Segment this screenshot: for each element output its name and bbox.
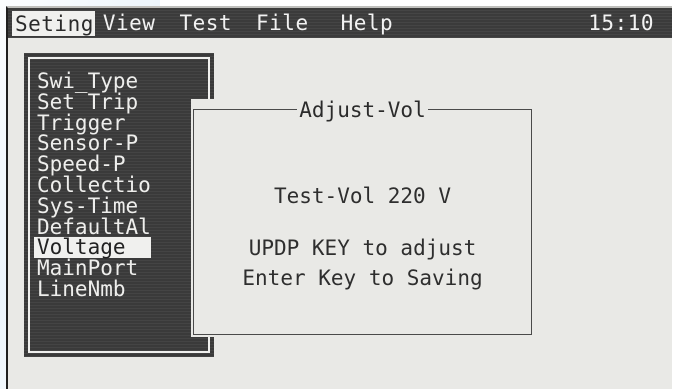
menu-test[interactable]: Test: [179, 11, 232, 35]
dialog-frame: [193, 109, 532, 335]
lcd-screen: Seting View Test File Help 15:10 Swi_Typ…: [6, 6, 672, 389]
menu-item-defaultal[interactable]: DefaultAl: [34, 216, 151, 238]
menu-item-mainport[interactable]: MainPort: [34, 258, 151, 279]
dialog-title: Adjust-Vol: [297, 98, 428, 122]
menu-item-speed-p[interactable]: Speed-P: [34, 154, 151, 175]
menu-file[interactable]: File: [256, 11, 309, 35]
menu-item-set-trip[interactable]: Set Trip: [34, 91, 151, 113]
menu-item-trigger[interactable]: Trigger: [34, 112, 151, 134]
seting-menu-list: Swi_Type Set Trip Trigger Sensor-P Speed…: [34, 71, 151, 300]
seting-dropdown-menu: Swi_Type Set Trip Trigger Sensor-P Speed…: [24, 53, 214, 357]
menu-item-voltage[interactable]: Voltage: [34, 237, 151, 259]
adjust-hint: UPDP KEY to adjust: [248, 236, 477, 260]
save-hint: Enter Key to Saving: [242, 266, 483, 290]
clock-display: 15:10: [588, 11, 654, 35]
menu-item-swi-type[interactable]: Swi_Type: [34, 71, 151, 92]
menu-view[interactable]: View: [103, 11, 156, 35]
menu-item-sensor-p[interactable]: Sensor-P: [34, 133, 151, 154]
adjust-vol-dialog: Adjust-Vol Test-Vol 220 V UPDP KEY to ad…: [191, 98, 534, 337]
menu-bar: Seting View Test File Help 15:10: [8, 8, 672, 38]
menu-help[interactable]: Help: [341, 11, 394, 35]
menu-item-collectio[interactable]: Collectio: [34, 175, 151, 196]
menu-item-linenmb[interactable]: LineNmb: [34, 279, 151, 300]
test-voltage-value: Test-Vol 220 V: [273, 184, 451, 208]
menu-seting[interactable]: Seting: [12, 10, 95, 36]
menu-item-sys-time[interactable]: Sys-Time: [34, 195, 151, 217]
